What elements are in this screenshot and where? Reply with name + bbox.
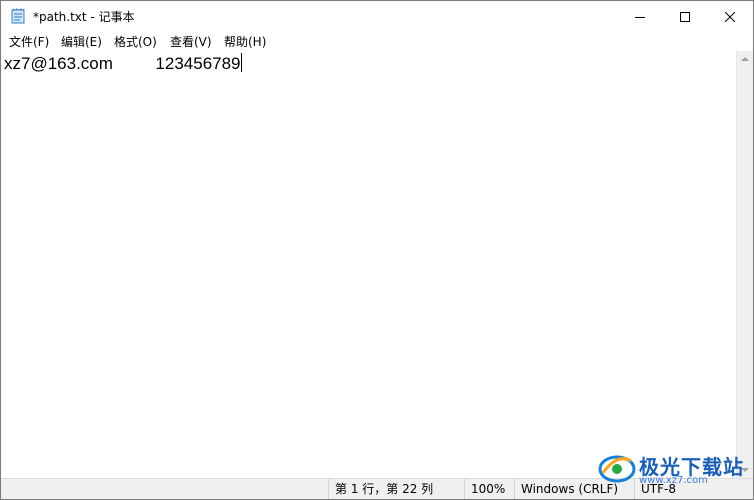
text-caret xyxy=(240,53,242,72)
menu-format[interactable]: 格式(O) xyxy=(114,33,157,50)
status-zoom: 100% xyxy=(464,479,514,499)
minimize-icon xyxy=(635,7,645,26)
menu-help[interactable]: 帮助(H) xyxy=(224,33,266,50)
vertical-scrollbar[interactable] xyxy=(736,51,753,478)
notepad-icon xyxy=(11,8,26,24)
menu-bar: 文件(F) 编辑(E) 格式(O) 查看(V) 帮助(H) xyxy=(1,31,753,51)
status-cursor-position: 第 1 行，第 22 列 xyxy=(328,479,464,499)
menu-edit[interactable]: 编辑(E) xyxy=(61,33,102,50)
menu-file[interactable]: 文件(F) xyxy=(9,33,49,50)
maximize-icon xyxy=(680,7,690,26)
menu-view[interactable]: 查看(V) xyxy=(170,33,212,50)
text-editor[interactable]: xz7@163.com 123456789 xyxy=(1,51,736,478)
scroll-up-icon[interactable] xyxy=(741,57,749,61)
maximize-button[interactable] xyxy=(662,1,708,31)
window-title: *path.txt - 记事本 xyxy=(33,10,135,24)
close-button[interactable] xyxy=(707,1,753,31)
close-icon xyxy=(724,7,736,26)
editor-text: xz7@163.com 123456789 xyxy=(4,54,241,73)
watermark-url: www.xz7.com xyxy=(639,475,708,486)
editor-line[interactable]: xz7@163.com 123456789 xyxy=(4,53,242,74)
title-bar[interactable]: *path.txt - 记事本 xyxy=(1,1,753,31)
minimize-button[interactable] xyxy=(617,1,663,31)
watermark-logo: 极光下载站 www.xz7.com xyxy=(597,447,749,487)
notepad-window: *path.txt - 记事本 文件(F) 编辑(E) 格式(O) 查看(V) … xyxy=(0,0,754,500)
